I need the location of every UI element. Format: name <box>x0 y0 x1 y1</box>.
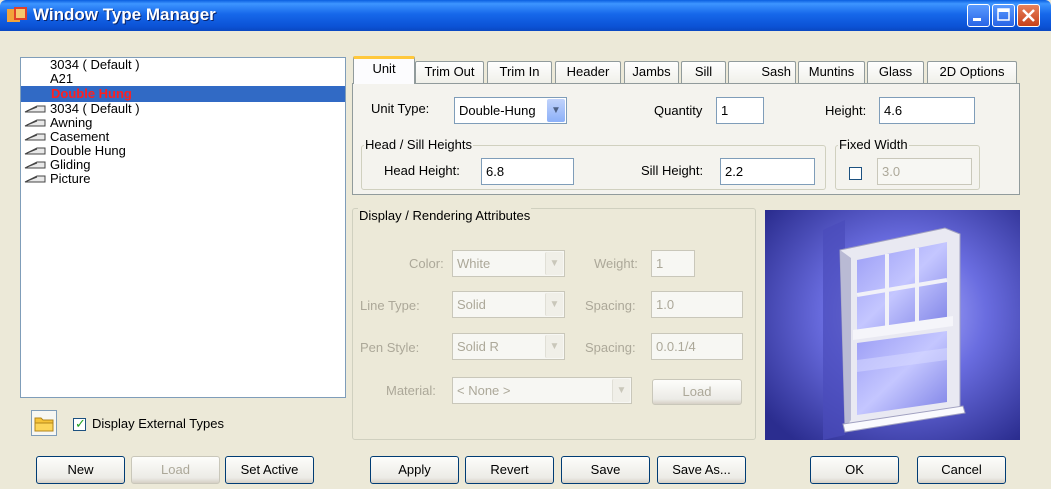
list-item[interactable]: Gliding <box>21 158 345 172</box>
unit-type-label: Unit Type: <box>371 101 430 116</box>
display-external-types-checkbox[interactable]: ✓ <box>73 416 86 431</box>
pen-style-value: Solid R <box>457 339 499 354</box>
head-sill-heights-title: Head / Sill Heights <box>364 137 473 152</box>
list-item[interactable]: 3034 ( Default ) <box>21 58 345 72</box>
app-icon <box>7 7 27 22</box>
quantity-field[interactable]: 1 <box>716 97 764 124</box>
spacing-label: Spacing: <box>585 298 636 313</box>
tab-strip: Unit Trim Out Trim In Header Jambs Sill … <box>352 53 1044 84</box>
chevron-down-icon[interactable]: ▼ <box>547 99 565 122</box>
tab-2d-options[interactable]: 2D Options <box>927 61 1017 83</box>
pen-style-select[interactable]: Solid R ▼ <box>452 333 565 360</box>
tab-header[interactable]: Header <box>555 61 621 83</box>
window-type-icon <box>24 175 46 183</box>
chevron-down-icon[interactable]: ▼ <box>545 293 563 316</box>
height-field[interactable]: 4.6 <box>879 97 975 124</box>
material-value: < None > <box>457 383 511 398</box>
browse-folder-button[interactable] <box>31 410 57 436</box>
new-button[interactable]: New <box>36 456 125 484</box>
set-active-button[interactable]: Set Active <box>225 456 314 484</box>
unit-type-select[interactable]: Double-Hung ▼ <box>454 97 567 124</box>
tab-sash[interactable]: Sash <box>728 61 796 83</box>
color-value: White <box>457 256 491 271</box>
line-type-value: Solid <box>457 297 486 312</box>
chevron-down-icon[interactable]: ▼ <box>545 335 563 358</box>
material-label: Material: <box>386 383 436 398</box>
minimize-button[interactable] <box>967 4 990 27</box>
minimize-icon <box>973 18 981 21</box>
list-item[interactable]: Picture <box>21 172 345 186</box>
tab-trim-in[interactable]: Trim In <box>487 61 552 83</box>
fixed-width-title: Fixed Width <box>838 137 909 152</box>
tab-muntins[interactable]: Muntins <box>798 61 865 83</box>
color-select[interactable]: White ▼ <box>452 250 565 277</box>
chevron-down-icon[interactable]: ▼ <box>612 379 630 402</box>
ok-button[interactable]: OK <box>810 456 899 484</box>
material-select[interactable]: < None > ▼ <box>452 377 632 404</box>
list-item[interactable]: Casement <box>21 130 345 144</box>
list-item[interactable]: A21 <box>21 72 345 86</box>
window-type-icon <box>24 119 46 127</box>
list-item[interactable]: Double Hung <box>21 144 345 158</box>
sill-height-field[interactable]: 2.2 <box>720 158 815 185</box>
maximize-button[interactable] <box>992 4 1015 27</box>
display-rendering-attributes-title: Display / Rendering Attributes <box>358 208 532 223</box>
unit-type-value: Double-Hung <box>459 103 536 118</box>
display-external-types-label: Display External Types <box>92 416 224 431</box>
save-as-button[interactable]: Save As... <box>657 456 746 484</box>
window-type-manager-dialog: Window Type Manager 3034 ( Default ) A21… <box>0 0 1051 489</box>
chevron-down-icon[interactable]: ▼ <box>545 252 563 275</box>
quantity-label: Quantity <box>654 103 703 118</box>
window-type-icon <box>24 161 46 169</box>
window-title: Window Type Manager <box>33 5 216 24</box>
list-item-selected[interactable]: Double Hung <box>21 86 345 102</box>
head-sill-heights-group: Head / Sill Heights Head Height: 6.8 Sil… <box>361 137 826 190</box>
display-rendering-attributes-group: Display / Rendering Attributes Color: Wh… <box>352 208 756 440</box>
material-load-button[interactable]: Load <box>652 379 742 405</box>
fixed-width-checkbox[interactable] <box>849 167 862 180</box>
list-item[interactable]: 3034 ( Default ) <box>21 102 345 116</box>
tab-sill[interactable]: Sill <box>681 61 726 83</box>
check-icon: ✓ <box>75 416 86 431</box>
close-button[interactable] <box>1017 4 1040 27</box>
tab-unit[interactable]: Unit <box>353 56 415 84</box>
fixed-width-field[interactable]: 3.0 <box>877 158 972 185</box>
unit-tab-panel: Unit Type: Double-Hung ▼ Quantity 1 Heig… <box>352 83 1020 195</box>
weight-field[interactable]: 1 <box>651 250 695 277</box>
tab-glass[interactable]: Glass <box>867 61 924 83</box>
line-type-label: Line Type: <box>360 298 420 313</box>
color-label: Color: <box>409 256 444 271</box>
cancel-button[interactable]: Cancel <box>917 456 1006 484</box>
line-type-select[interactable]: Solid ▼ <box>452 291 565 318</box>
window-type-icon <box>24 133 46 141</box>
close-icon <box>1022 9 1035 22</box>
tab-jambs[interactable]: Jambs <box>624 61 679 83</box>
weight-label: Weight: <box>594 256 638 271</box>
apply-button[interactable]: Apply <box>370 456 459 484</box>
height-label: Height: <box>825 103 867 118</box>
revert-button[interactable]: Revert <box>465 456 554 484</box>
sill-height-label: Sill Height: <box>641 163 704 178</box>
head-height-label: Head Height: <box>384 163 460 178</box>
window-type-list[interactable]: 3034 ( Default ) A21 Double Hung 3034 ( … <box>20 57 346 398</box>
save-button[interactable]: Save <box>561 456 650 484</box>
spacing-field-2[interactable]: 0.0.1/4 <box>651 333 743 360</box>
load-type-button[interactable]: Load <box>131 456 220 484</box>
title-bar[interactable]: Window Type Manager <box>0 0 1051 31</box>
fixed-width-group: Fixed Width 3.0 <box>835 137 980 190</box>
list-item[interactable]: Awning <box>21 116 345 130</box>
window-type-icon <box>24 105 46 113</box>
window-type-icon <box>24 147 46 155</box>
window-preview-image <box>765 210 1020 440</box>
tab-trim-out[interactable]: Trim Out <box>415 61 484 83</box>
folder-icon <box>34 417 54 432</box>
spacing-field[interactable]: 1.0 <box>651 291 743 318</box>
head-height-field[interactable]: 6.8 <box>481 158 574 185</box>
spacing-label-2: Spacing: <box>585 340 636 355</box>
pen-style-label: Pen Style: <box>360 340 420 355</box>
maximize-icon <box>997 8 1010 21</box>
